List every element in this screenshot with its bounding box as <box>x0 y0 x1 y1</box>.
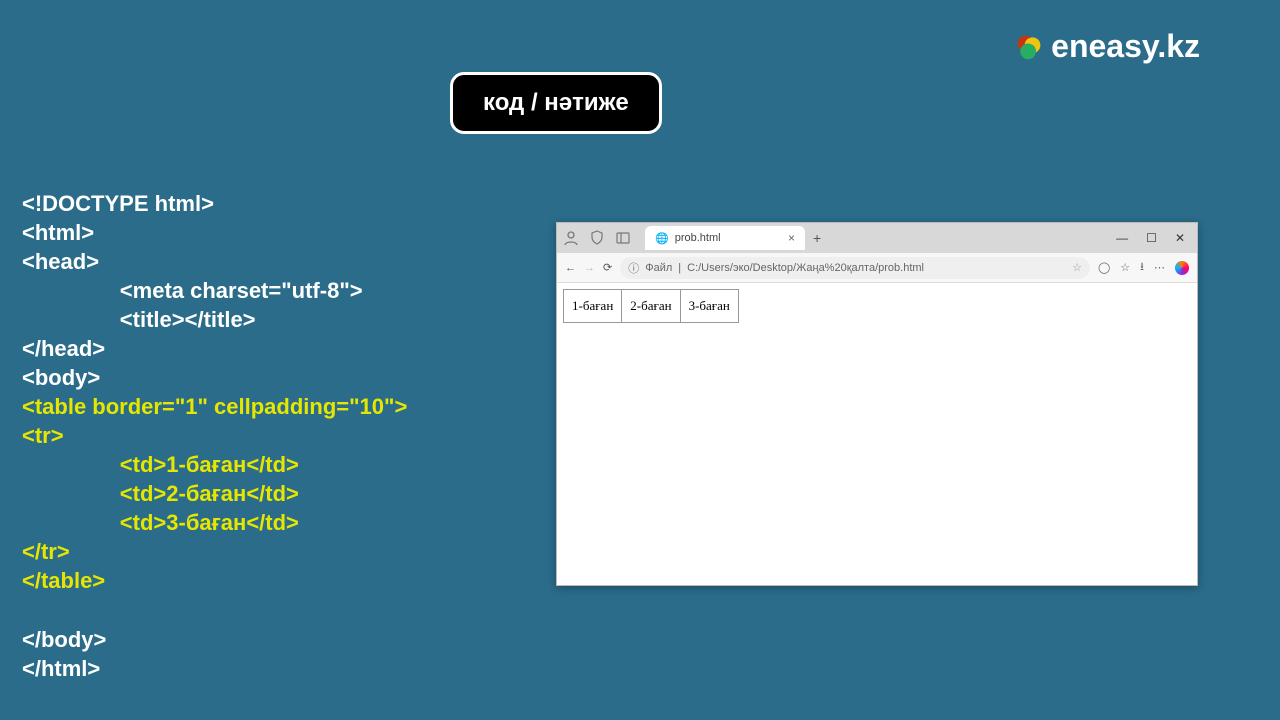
logo-icon <box>1015 33 1043 61</box>
logo-text: eneasy.kz <box>1051 28 1200 65</box>
browser-window: 🌐 prob.html × + — ☐ ✕ ← → ⟳ ⓘ Файл | C:/… <box>556 222 1198 586</box>
code-line: </body> <box>22 627 106 652</box>
code-line-hl: <td>3-баған</td> <box>22 510 299 535</box>
addr-label: Файл <box>645 262 672 274</box>
profile-icon[interactable] <box>563 230 579 246</box>
table-row: 1-баған 2-баған 3-баған <box>564 290 739 323</box>
code-line-hl: </table> <box>22 568 105 593</box>
addr-path: C:/Users/эко/Desktop/Жаңа%20қалта/prob.h… <box>687 262 924 274</box>
table-cell: 3-баған <box>680 290 738 323</box>
panel-icon[interactable] <box>615 230 631 246</box>
favorites-icon[interactable]: ☆ <box>1120 261 1130 274</box>
rendered-table: 1-баған 2-баған 3-баған <box>563 289 739 323</box>
shield-icon[interactable] <box>589 230 605 246</box>
code-line: <html> <box>22 220 94 245</box>
window-close[interactable]: ✕ <box>1175 231 1185 245</box>
reload-icon[interactable]: ⟳ <box>603 261 612 274</box>
code-line-hl: </tr> <box>22 539 70 564</box>
new-tab-button[interactable]: + <box>813 230 821 246</box>
code-line-hl: <table border="1" cellpadding="10"> <box>22 394 407 419</box>
address-input[interactable]: ⓘ Файл | C:/Users/эко/Desktop/Жаңа%20қал… <box>620 257 1090 279</box>
table-cell: 1-баған <box>564 290 622 323</box>
code-line: <title></title> <box>22 307 256 332</box>
code-line: <meta charset="utf-8"> <box>22 278 363 303</box>
nav-forward-icon[interactable]: → <box>584 262 595 274</box>
browser-tab[interactable]: 🌐 prob.html × <box>645 226 805 250</box>
code-line-hl: <tr> <box>22 423 64 448</box>
title-badge: код / нәтиже <box>450 72 662 134</box>
browser-viewport: 1-баған 2-баған 3-баған <box>557 283 1197 585</box>
nav-back-icon[interactable]: ← <box>565 262 576 274</box>
code-line: </html> <box>22 656 100 681</box>
brand-logo: eneasy.kz <box>1015 28 1200 65</box>
bookmark-star-icon[interactable]: ☆ <box>1072 261 1082 274</box>
downloads-icon[interactable]: ⭳ <box>1140 258 1144 277</box>
browser-addressbar-row: ← → ⟳ ⓘ Файл | C:/Users/эко/Desktop/Жаңа… <box>557 253 1197 283</box>
more-icon[interactable]: ⋯ <box>1154 261 1165 274</box>
close-tab-icon[interactable]: × <box>788 231 795 245</box>
info-icon: ⓘ <box>628 260 639 276</box>
code-line: <!DOCTYPE html> <box>22 191 214 216</box>
code-line: <head> <box>22 249 99 274</box>
code-line-hl: <td>2-баған</td> <box>22 481 299 506</box>
browser-tabbar: 🌐 prob.html × + — ☐ ✕ <box>557 223 1197 253</box>
window-minimize[interactable]: — <box>1116 231 1128 245</box>
window-maximize[interactable]: ☐ <box>1146 231 1157 245</box>
code-line-hl: <td>1-баған</td> <box>22 452 299 477</box>
table-cell: 2-баған <box>622 290 680 323</box>
addr-sep: | <box>678 262 681 274</box>
firefox-icon[interactable] <box>1175 261 1189 275</box>
code-line: </head> <box>22 336 105 361</box>
tab-title: prob.html <box>675 232 721 244</box>
code-block: <!DOCTYPE html> <html> <head> <meta char… <box>22 160 407 683</box>
code-line: <body> <box>22 365 100 390</box>
globe-icon: 🌐 <box>655 232 669 245</box>
sync-icon[interactable]: ◯ <box>1098 261 1110 274</box>
